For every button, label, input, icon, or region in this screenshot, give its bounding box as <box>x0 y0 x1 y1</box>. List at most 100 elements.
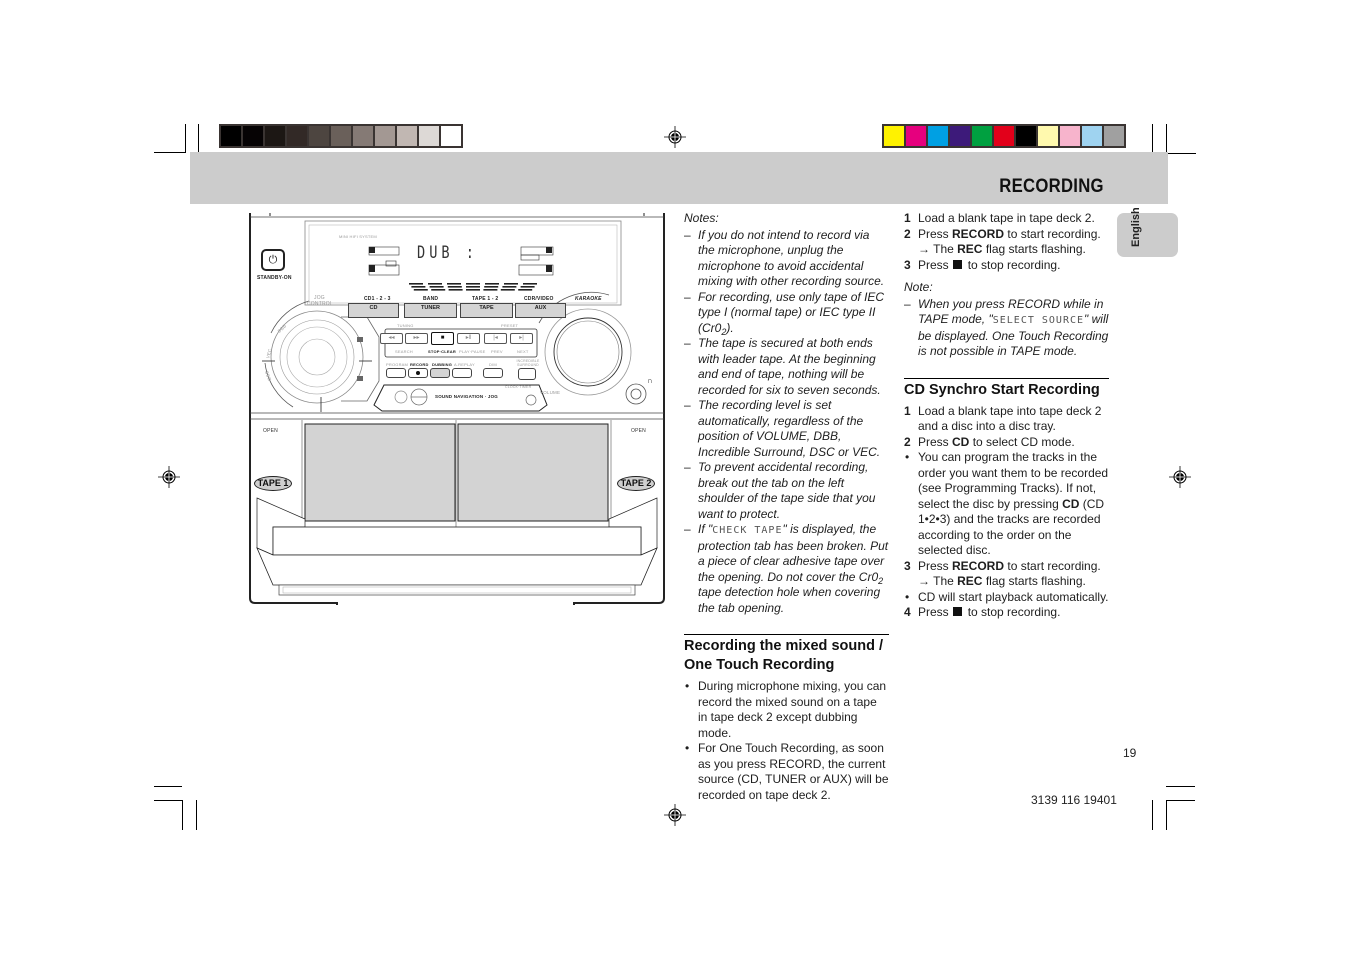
step-text: flag starts flashing. <box>982 242 1086 256</box>
crop-mark <box>154 786 182 787</box>
lcd-meter-segment <box>429 286 444 288</box>
stop-icon <box>952 259 962 269</box>
record-button[interactable] <box>408 368 428 378</box>
crop-mark <box>1152 124 1153 154</box>
aux-source-button[interactable]: AUX <box>515 303 566 318</box>
document-code: 3139 116 19401 <box>1031 793 1117 807</box>
lcd-meter-segment <box>466 286 480 288</box>
section-heading-cd-synchro: CD Synchro Start Recording <box>904 377 1109 400</box>
bullet-item: During microphone mixing, you can record… <box>684 679 889 741</box>
search-back-button[interactable]: ◂◂ <box>380 333 403 344</box>
bullet-item: CD will start playback automatically. <box>904 590 1109 606</box>
note-text: tape detection hole when covering the ta… <box>698 585 881 615</box>
step-text: → The <box>918 242 958 256</box>
step-keyword: REC <box>957 574 983 588</box>
crop-mark <box>154 800 183 801</box>
crop-mark <box>1166 124 1167 154</box>
registration-mark-icon <box>1169 466 1191 488</box>
bullet-item: You can program the tracks in the order … <box>904 450 1109 559</box>
search-forward-button[interactable]: ▸▸ <box>405 333 428 344</box>
crop-mark <box>185 124 186 153</box>
grayscale-color-bar <box>219 124 463 148</box>
dim-label: DIM <box>489 362 497 367</box>
cd-source-button[interactable]: CD <box>348 303 399 318</box>
dubbing-button[interactable] <box>430 368 450 378</box>
incredible-surround-button[interactable] <box>518 368 536 380</box>
subscript: 2 <box>878 575 884 586</box>
note-item: The tape is secured at both ends with le… <box>684 336 889 398</box>
step-item: 1 Load a blank tape in tape deck 2. <box>904 211 1109 227</box>
gray-swatch <box>353 126 373 146</box>
gray-swatch <box>287 126 307 146</box>
record-label: RECORD <box>410 362 429 367</box>
lcd-meter-segment <box>447 283 461 285</box>
note-item: To prevent accidental recording, break o… <box>684 460 889 522</box>
play-pause-button[interactable]: ▸‖ <box>457 333 480 344</box>
note-item: The recording level is set automatically… <box>684 398 889 460</box>
registration-mark-icon <box>158 466 180 488</box>
sound-navigation-label: SOUND NAVIGATION · JOG <box>435 394 498 399</box>
brand-line: MINI HIFI SYSTEM <box>339 234 377 239</box>
dim-button[interactable] <box>483 368 503 378</box>
step-number: 2 <box>904 226 911 241</box>
note-text: If " <box>698 522 713 536</box>
jog-control-label: CONTROL <box>307 301 333 307</box>
notes-column: Notes: If you do not intend to record vi… <box>684 211 889 803</box>
crop-mark <box>182 800 183 830</box>
tape2-badge: TAPE 2 <box>617 476 655 491</box>
tuning-label: TUNING <box>397 323 414 328</box>
stop-clear-button[interactable]: ■ <box>431 332 454 345</box>
step-item: 1 Load a blank tape into tape deck 2 and … <box>904 404 1109 435</box>
stop-clear-label: STOP·CLEAR <box>428 349 456 354</box>
search-label: SEARCH <box>395 349 413 354</box>
gray-swatch <box>243 126 263 146</box>
note-item: For recording, use only tape of IEC type… <box>684 290 889 337</box>
program-button[interactable] <box>386 368 406 378</box>
lcd-meter-segment <box>409 283 423 285</box>
record-dot-icon <box>416 371 420 375</box>
lcd-meter-segment <box>431 289 446 291</box>
step-keyword: REC <box>957 242 983 256</box>
language-tab: English <box>1117 207 1178 257</box>
step-text: to stop recording. <box>967 605 1061 619</box>
standby-on-button[interactable]: ⏻ <box>261 249 285 271</box>
tape1-door[interactable] <box>305 424 455 521</box>
registration-mark-icon <box>664 804 686 826</box>
notes-label: Notes: <box>684 211 719 225</box>
gray-swatch <box>441 126 461 146</box>
play-pause-label: PLAY·PAUSE <box>459 349 486 354</box>
headphone-icon: ∩ <box>647 376 653 385</box>
lcd-meter-segment <box>447 286 462 288</box>
crop-mark <box>1166 800 1167 830</box>
a-replay-button[interactable] <box>452 368 472 378</box>
step-result: → The REC flag starts flashing. <box>904 242 1109 258</box>
gray-swatch <box>419 126 439 146</box>
power-icon: ⏻ <box>268 254 278 266</box>
step-number: 1 <box>904 211 911 225</box>
header-band: RECORDING <box>190 152 1168 204</box>
color-swatch <box>928 126 948 146</box>
dubbing-label: DUBBING <box>432 362 453 367</box>
lcd-meter-segment <box>485 283 499 285</box>
color-swatch <box>1082 126 1102 146</box>
preset-label: PRESET <box>501 323 519 328</box>
next-button[interactable]: ▸| <box>510 333 533 344</box>
tape2-door[interactable] <box>458 424 608 521</box>
step-keyword: RECORD <box>952 558 1005 573</box>
step-number: 1 <box>904 403 911 418</box>
volume-label: VOLUME <box>540 390 561 395</box>
incredible-surround-label: INCREDIBLE SURROUND <box>516 359 540 367</box>
tuner-source-button[interactable]: TUNER <box>404 303 457 318</box>
page-number: 19 <box>1123 746 1137 760</box>
note-label: Note: <box>904 280 933 294</box>
step-keyword: CD <box>952 434 970 449</box>
step-item: 2 Press RECORD to start recording. <box>904 227 1109 243</box>
color-swatch <box>906 126 926 146</box>
crop-mark <box>154 152 186 153</box>
tape-source-button[interactable]: TAPE <box>460 303 513 318</box>
prev-button[interactable]: |◂ <box>484 333 507 344</box>
step-item: 3 Press to stop recording. <box>904 258 1109 274</box>
color-swatch <box>950 126 970 146</box>
lcd-meter-segment <box>518 289 533 291</box>
gray-swatch <box>375 126 395 146</box>
